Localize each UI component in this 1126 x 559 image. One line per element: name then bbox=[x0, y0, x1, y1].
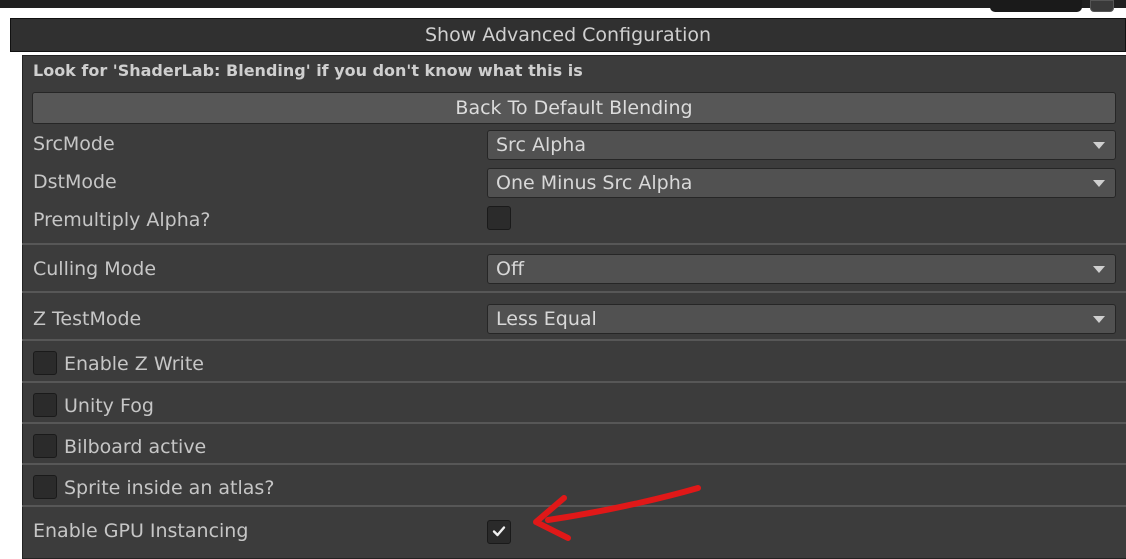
section-divider bbox=[22, 243, 1126, 245]
bilboard-active-checkbox[interactable] bbox=[33, 434, 57, 458]
premultiply-alpha-label: Premultiply Alpha? bbox=[33, 209, 211, 231]
culling-mode-dropdown[interactable]: Off bbox=[487, 254, 1116, 284]
src-mode-dropdown[interactable]: Src Alpha bbox=[487, 130, 1116, 160]
chevron-down-icon bbox=[1093, 180, 1105, 187]
checkmark-icon bbox=[492, 526, 506, 537]
section-divider bbox=[22, 463, 1126, 465]
z-test-mode-label: Z TestMode bbox=[33, 308, 142, 330]
chevron-down-icon bbox=[1093, 266, 1105, 273]
bilboard-active-label: Bilboard active bbox=[64, 436, 207, 458]
premultiply-alpha-checkbox[interactable] bbox=[487, 206, 511, 230]
back-to-default-blending-button[interactable]: Back To Default Blending bbox=[32, 92, 1116, 124]
show-advanced-configuration-button[interactable]: Show Advanced Configuration bbox=[10, 18, 1126, 52]
z-test-mode-value: Less Equal bbox=[496, 308, 597, 330]
section-divider bbox=[22, 381, 1126, 383]
section-divider bbox=[22, 422, 1126, 424]
dst-mode-label: DstMode bbox=[33, 171, 117, 193]
culling-mode-value: Off bbox=[496, 258, 525, 280]
material-inspector: Show Advanced Configuration Look for 'Sh… bbox=[0, 0, 1126, 559]
gpu-instancing-checkbox[interactable] bbox=[487, 520, 511, 544]
section-divider bbox=[22, 339, 1126, 341]
chevron-down-icon bbox=[1093, 142, 1105, 149]
previous-section-control-2 bbox=[1090, 0, 1114, 12]
dst-mode-dropdown[interactable]: One Minus Src Alpha bbox=[487, 168, 1116, 198]
previous-section-edge bbox=[0, 0, 1126, 8]
previous-section-control bbox=[990, 0, 1082, 12]
unity-fog-label: Unity Fog bbox=[64, 395, 154, 417]
enable-z-write-checkbox[interactable] bbox=[33, 351, 57, 375]
z-test-mode-dropdown[interactable]: Less Equal bbox=[487, 304, 1116, 334]
red-arrow-icon bbox=[533, 485, 701, 541]
culling-mode-label: Culling Mode bbox=[33, 258, 157, 280]
src-mode-label: SrcMode bbox=[33, 133, 115, 155]
sprite-inside-atlas-checkbox[interactable] bbox=[33, 475, 57, 499]
chevron-down-icon bbox=[1093, 316, 1105, 323]
unity-fog-checkbox[interactable] bbox=[33, 393, 57, 417]
gpu-instancing-label: Enable GPU Instancing bbox=[33, 520, 249, 542]
sprite-inside-atlas-label: Sprite inside an atlas? bbox=[64, 477, 275, 499]
blending-note: Look for 'ShaderLab: Blending' if you do… bbox=[33, 61, 583, 80]
dst-mode-value: One Minus Src Alpha bbox=[496, 172, 693, 194]
src-mode-value: Src Alpha bbox=[496, 134, 586, 156]
enable-z-write-label: Enable Z Write bbox=[64, 353, 204, 375]
section-divider bbox=[22, 291, 1126, 293]
